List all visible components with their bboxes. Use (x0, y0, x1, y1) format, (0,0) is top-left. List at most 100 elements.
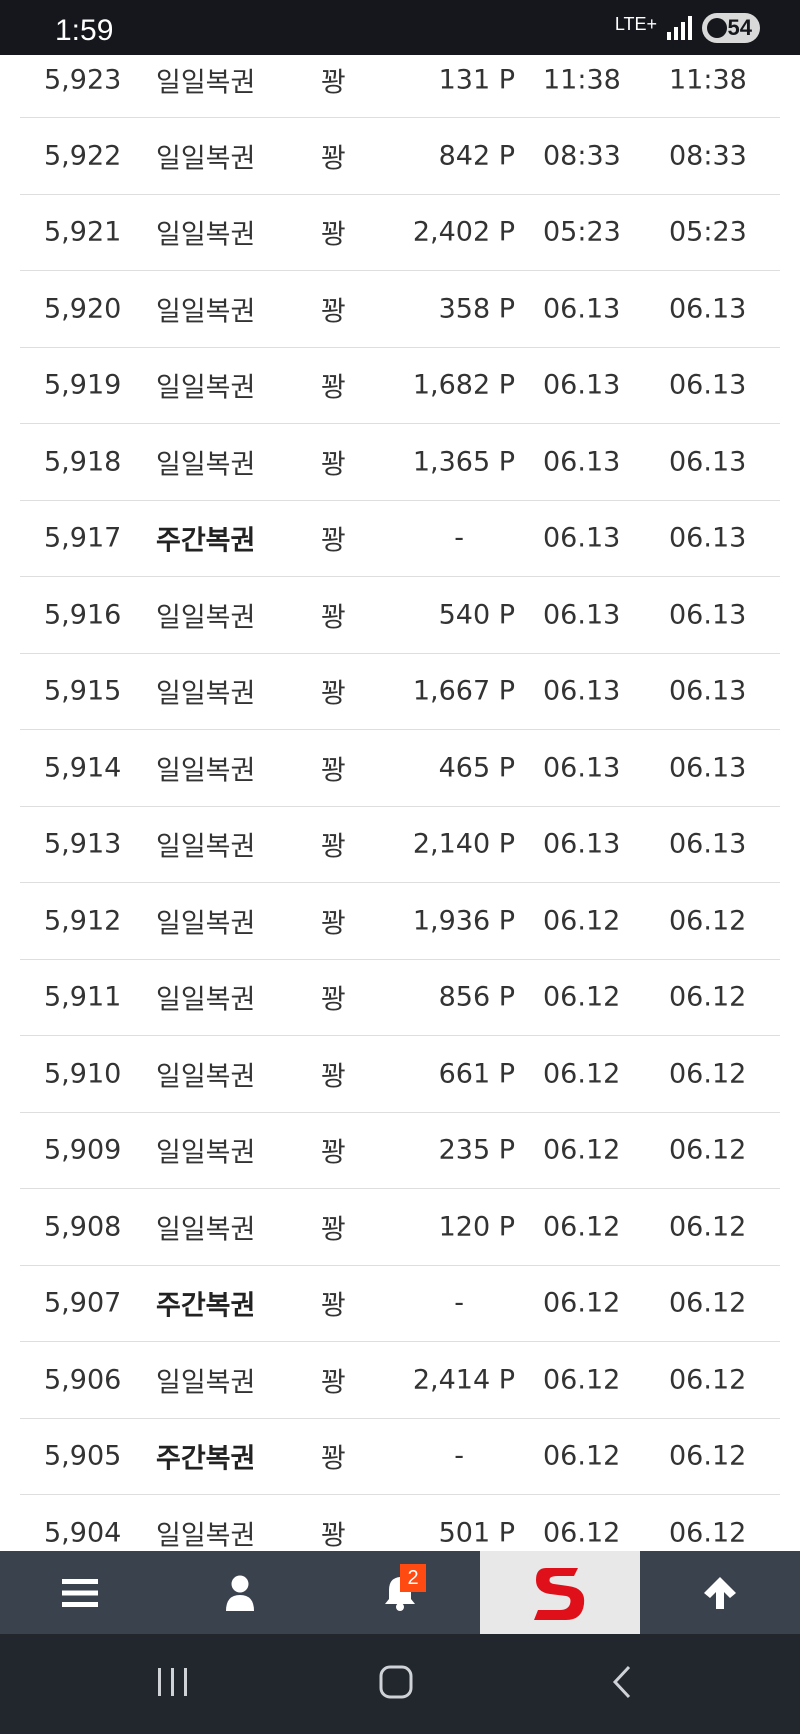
draw-date: 06.13 (669, 675, 747, 707)
list-item[interactable]: 5,906 일일복권 꽝 2,414 P 06.12 06.12 (20, 1342, 780, 1419)
lottery-result: 꽝 (321, 1443, 346, 1475)
lottery-type: 일일복권 (156, 449, 256, 481)
purchase-date: 11:38 (543, 64, 621, 95)
row-number: 5,914 (44, 752, 122, 784)
purchase-date: 06.13 (543, 675, 621, 707)
purchase-date: 06.12 (543, 1211, 621, 1243)
lottery-result: 꽝 (321, 1137, 346, 1169)
list-item[interactable]: 5,921 일일복권 꽝 2,402 P 05:23 05:23 (20, 195, 780, 271)
purchase-date: 06.12 (543, 1364, 621, 1396)
lottery-result: 꽝 (321, 525, 346, 557)
points-awarded: 1,682 P (412, 369, 515, 401)
points-awarded: 120 P (438, 1211, 515, 1243)
points-awarded: 131 P (438, 64, 515, 95)
list-item[interactable]: 5,915 일일복권 꽝 1,667 P 06.13 06.13 (20, 654, 780, 730)
row-number: 5,905 (44, 1440, 122, 1472)
list-item[interactable]: 5,912 일일복권 꽝 1,936 P 06.12 06.12 (20, 883, 780, 960)
row-number: 5,917 (44, 522, 122, 554)
menu-icon (62, 1578, 98, 1607)
home-icon[interactable] (378, 1664, 414, 1700)
lottery-result: 꽝 (321, 296, 346, 328)
row-number: 5,921 (44, 216, 122, 248)
draw-date: 06.12 (669, 1287, 747, 1319)
points-awarded: 1,667 P (412, 675, 515, 707)
list-item[interactable]: 5,918 일일복권 꽝 1,365 P 06.13 06.13 (20, 424, 780, 501)
row-number: 5,908 (44, 1211, 122, 1243)
back-icon[interactable] (605, 1664, 641, 1700)
row-number: 5,913 (44, 828, 122, 860)
arrow-up-icon (704, 1576, 736, 1609)
purchase-date: 06.12 (543, 1058, 621, 1090)
purchase-date: 06.13 (543, 828, 621, 860)
draw-date: 08:33 (669, 140, 747, 172)
points-awarded: 1,365 P (412, 446, 515, 478)
draw-date: 05:23 (669, 216, 747, 248)
list-item[interactable]: 5,917 주간복권 꽝 - 06.13 06.13 (20, 501, 780, 577)
list-item[interactable]: 5,911 일일복권 꽝 856 P 06.12 06.12 (20, 960, 780, 1036)
draw-date: 06.13 (669, 599, 747, 631)
draw-date: 06.12 (669, 905, 747, 937)
lottery-type: 일일복권 (156, 831, 256, 863)
lottery-type: 일일복권 (156, 678, 256, 710)
lottery-type: 일일복권 (156, 372, 256, 404)
purchase-date: 06.12 (543, 1440, 621, 1472)
site-logo-button[interactable] (480, 1551, 640, 1634)
row-number: 5,915 (44, 675, 122, 707)
list-item[interactable]: 5,908 일일복권 꽝 120 P 06.12 06.12 (20, 1189, 780, 1266)
lottery-type: 일일복권 (156, 1520, 256, 1552)
lottery-type: 일일복권 (156, 1137, 256, 1169)
notifications-button[interactable]: 2 (320, 1551, 480, 1634)
lottery-result: 꽝 (321, 1520, 346, 1552)
lottery-result: 꽝 (321, 1367, 346, 1399)
list-item[interactable]: 5,922 일일복권 꽝 842 P 08:33 08:33 (20, 118, 780, 195)
draw-date: 06.12 (669, 1211, 747, 1243)
lottery-type: 일일복권 (156, 1061, 256, 1093)
row-number: 5,906 (44, 1364, 122, 1396)
draw-date: 06.13 (669, 752, 747, 784)
lottery-result: 꽝 (321, 449, 346, 481)
points-awarded: 358 P (438, 293, 515, 325)
lottery-result: 꽝 (321, 1290, 346, 1322)
lottery-result: 꽝 (321, 678, 346, 710)
lottery-type: 일일복권 (156, 296, 256, 328)
list-item[interactable]: 5,920 일일복권 꽝 358 P 06.13 06.13 (20, 271, 780, 348)
list-item[interactable]: 5,916 일일복권 꽝 540 P 06.13 06.13 (20, 577, 780, 654)
list-item[interactable]: 5,909 일일복권 꽝 235 P 06.12 06.12 (20, 1113, 780, 1189)
purchase-date: 06.12 (543, 905, 621, 937)
points-awarded: 2,140 P (412, 828, 515, 860)
lottery-type: 일일복권 (156, 67, 256, 98)
points-awarded: 501 P (438, 1517, 515, 1549)
points-awarded: - (454, 1287, 464, 1319)
notification-badge: 2 (400, 1564, 426, 1592)
points-awarded: 540 P (438, 599, 515, 631)
list-item[interactable]: 5,919 일일복권 꽝 1,682 P 06.13 06.13 (20, 348, 780, 424)
profile-button[interactable] (160, 1551, 320, 1634)
signal-icon (667, 16, 692, 40)
purchase-date: 06.13 (543, 446, 621, 478)
points-awarded: - (454, 1440, 464, 1472)
draw-date: 06.12 (669, 1517, 747, 1549)
lottery-type: 일일복권 (156, 1214, 256, 1246)
points-awarded: 842 P (438, 140, 515, 172)
menu-button[interactable] (0, 1551, 160, 1634)
lottery-result: 꽝 (321, 67, 346, 98)
list-item[interactable]: 5,907 주간복권 꽝 - 06.12 06.12 (20, 1266, 780, 1342)
recent-apps-icon[interactable] (155, 1664, 191, 1700)
scroll-top-button[interactable] (640, 1551, 800, 1634)
lottery-result: 꽝 (321, 143, 346, 175)
lottery-type: 일일복권 (156, 908, 256, 940)
lottery-type: 일일복권 (156, 143, 256, 175)
row-number: 5,904 (44, 1517, 122, 1549)
list-item[interactable]: 5,914 일일복권 꽝 465 P 06.13 06.13 (20, 730, 780, 807)
draw-date: 06.13 (669, 828, 747, 860)
list-item[interactable]: 5,913 일일복권 꽝 2,140 P 06.13 06.13 (20, 807, 780, 883)
points-awarded: 1,936 P (412, 905, 515, 937)
lottery-type: 주간복권 (156, 1443, 256, 1475)
points-awarded: 856 P (438, 981, 515, 1013)
list-item[interactable]: 5,923 일일복권 꽝 131 P 11:38 11:38 (20, 42, 780, 118)
lottery-result: 꽝 (321, 1214, 346, 1246)
list-item[interactable]: 5,905 주간복권 꽝 - 06.12 06.12 (20, 1419, 780, 1495)
list-item[interactable]: 5,910 일일복권 꽝 661 P 06.12 06.12 (20, 1036, 780, 1113)
lottery-result: 꽝 (321, 755, 346, 787)
purchase-date: 08:33 (543, 140, 621, 172)
